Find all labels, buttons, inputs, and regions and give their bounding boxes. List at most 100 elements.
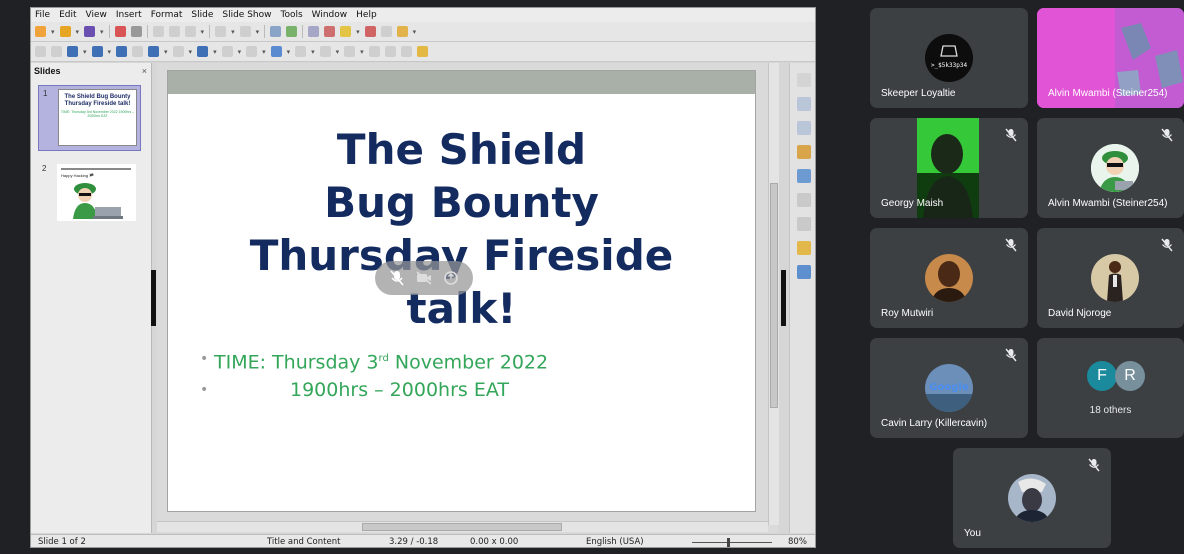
connector-icon[interactable] xyxy=(148,46,160,57)
delete-icon[interactable] xyxy=(364,26,376,37)
participant-tile[interactable]: Georgy Maish xyxy=(870,118,1028,218)
participant-tile[interactable]: David Njoroge xyxy=(1037,228,1184,328)
chevron-down-icon[interactable]: ▾ xyxy=(287,48,291,56)
line-icon[interactable] xyxy=(116,46,128,57)
pencil-icon[interactable] xyxy=(416,46,428,57)
animation-icon[interactable] xyxy=(797,241,811,255)
rectangle-icon[interactable] xyxy=(132,46,144,57)
find-replace-icon[interactable] xyxy=(270,26,282,37)
grid-icon[interactable] xyxy=(308,26,320,37)
chevron-down-icon[interactable]: ▾ xyxy=(201,28,205,36)
chevron-down-icon[interactable]: ▾ xyxy=(51,28,55,36)
panel-splitter-handle[interactable] xyxy=(151,270,156,326)
copy-icon[interactable] xyxy=(168,26,180,37)
chevron-down-icon[interactable]: ▾ xyxy=(311,48,315,56)
others-tile[interactable]: F R 18 others xyxy=(1037,338,1184,438)
symbol-shapes-icon[interactable] xyxy=(246,46,258,57)
chevron-down-icon[interactable]: ▾ xyxy=(100,28,104,36)
block-arrows-icon[interactable] xyxy=(270,46,282,57)
gallery-icon[interactable] xyxy=(797,145,811,159)
chevron-down-icon[interactable]: ▾ xyxy=(256,28,260,36)
print-icon[interactable] xyxy=(130,26,142,37)
points-icon[interactable] xyxy=(368,46,380,57)
new-document-icon[interactable] xyxy=(35,26,46,37)
menu-slide-show[interactable]: Slide Show xyxy=(222,10,271,20)
slide-thumbnail-1[interactable]: 1 The Shield Bug Bounty Thursday Firesid… xyxy=(38,85,141,151)
zoom-icon[interactable] xyxy=(51,46,62,57)
menu-window[interactable]: Window xyxy=(312,10,348,20)
properties-icon[interactable] xyxy=(797,97,811,111)
chevron-down-icon[interactable]: ▾ xyxy=(83,48,87,56)
paste-icon[interactable] xyxy=(184,26,196,37)
fill-color-icon[interactable] xyxy=(91,46,103,57)
image-icon[interactable] xyxy=(340,26,352,37)
menu-file[interactable]: File xyxy=(35,10,50,20)
zoom-slider-handle[interactable] xyxy=(727,538,730,547)
chevron-down-icon[interactable]: ▾ xyxy=(108,48,112,56)
chevron-down-icon[interactable]: ▾ xyxy=(413,28,417,36)
menu-slide[interactable]: Slide xyxy=(191,10,213,20)
styles-icon[interactable] xyxy=(797,121,811,135)
close-icon[interactable]: × xyxy=(142,66,147,76)
zoom-level[interactable]: 80% xyxy=(788,537,807,547)
master-slides-icon[interactable] xyxy=(797,217,811,231)
chevron-down-icon[interactable]: ▾ xyxy=(189,48,193,56)
menu-edit[interactable]: Edit xyxy=(59,10,76,20)
chevron-down-icon[interactable]: ▾ xyxy=(262,48,266,56)
slide-icon[interactable] xyxy=(380,26,392,37)
spelling-icon[interactable] xyxy=(286,26,298,37)
language[interactable]: English (USA) xyxy=(586,537,644,547)
menu-icon[interactable] xyxy=(797,73,811,87)
self-tile[interactable]: You xyxy=(953,448,1111,548)
slide-title[interactable]: The Shield Bug Bounty Thursday Fireside … xyxy=(168,123,755,335)
save-icon[interactable] xyxy=(84,26,96,37)
table-icon[interactable] xyxy=(324,26,336,37)
chevron-down-icon[interactable]: ▾ xyxy=(360,48,364,56)
participant-tile[interactable]: >_$5k33p34 Skeeper Loyaltie xyxy=(870,8,1028,108)
scrollbar-thumb[interactable] xyxy=(362,523,562,531)
slide-thumbnail-2[interactable]: 2 Happy Hacking 🏴 xyxy=(38,161,141,227)
flowchart-icon[interactable] xyxy=(295,46,307,57)
menu-insert[interactable]: Insert xyxy=(116,10,142,20)
chevron-down-icon[interactable]: ▾ xyxy=(231,28,235,36)
undo-icon[interactable] xyxy=(215,26,227,37)
chevron-down-icon[interactable]: ▾ xyxy=(164,48,168,56)
curve-icon[interactable] xyxy=(172,46,184,57)
navigator-icon[interactable] xyxy=(797,169,811,183)
camera-off-icon[interactable] xyxy=(413,267,435,289)
slide-content[interactable]: • TIME: Thursday 3rd November 2022 • 190… xyxy=(200,345,548,404)
present-icon[interactable] xyxy=(440,267,462,289)
sidebar-splitter-handle[interactable] xyxy=(781,270,786,326)
zoom-slider[interactable] xyxy=(692,542,772,543)
vertical-scrollbar[interactable] xyxy=(768,63,779,525)
participant-tile[interactable]: Alvin Mwambi (Steiner254) xyxy=(1037,8,1184,108)
chevron-down-icon[interactable]: ▾ xyxy=(336,48,340,56)
menu-format[interactable]: Format xyxy=(151,10,183,20)
scrollbar-thumb[interactable] xyxy=(770,183,778,408)
participant-tile[interactable]: Roy Mutwiri xyxy=(870,228,1028,328)
participant-tile[interactable]: Google Cavin Larry (Killercavin) xyxy=(870,338,1028,438)
mic-off-icon[interactable] xyxy=(386,267,408,289)
export-pdf-icon[interactable] xyxy=(114,26,126,37)
shapes-icon[interactable] xyxy=(221,46,233,57)
select-icon[interactable] xyxy=(35,46,46,57)
fontwork-icon[interactable] xyxy=(400,46,412,57)
slide-transition-icon[interactable] xyxy=(797,265,811,279)
shapes-icon[interactable] xyxy=(797,193,811,207)
presentation-icon[interactable] xyxy=(396,26,408,37)
menu-help[interactable]: Help xyxy=(356,10,377,20)
menu-tools[interactable]: Tools xyxy=(280,10,302,20)
redo-icon[interactable] xyxy=(239,26,251,37)
menu-view[interactable]: View xyxy=(86,10,107,20)
chevron-down-icon[interactable]: ▾ xyxy=(76,28,80,36)
cut-icon[interactable] xyxy=(152,26,164,37)
line-color-icon[interactable] xyxy=(67,46,78,57)
chevron-down-icon[interactable]: ▾ xyxy=(356,28,360,36)
chevron-down-icon[interactable]: ▾ xyxy=(238,48,242,56)
chevron-down-icon[interactable]: ▾ xyxy=(213,48,217,56)
glue-points-icon[interactable] xyxy=(384,46,396,57)
horizontal-scrollbar[interactable] xyxy=(157,521,768,532)
callouts-icon[interactable] xyxy=(319,46,331,57)
stars-icon[interactable] xyxy=(344,46,356,57)
arrow-icon[interactable] xyxy=(197,46,209,57)
